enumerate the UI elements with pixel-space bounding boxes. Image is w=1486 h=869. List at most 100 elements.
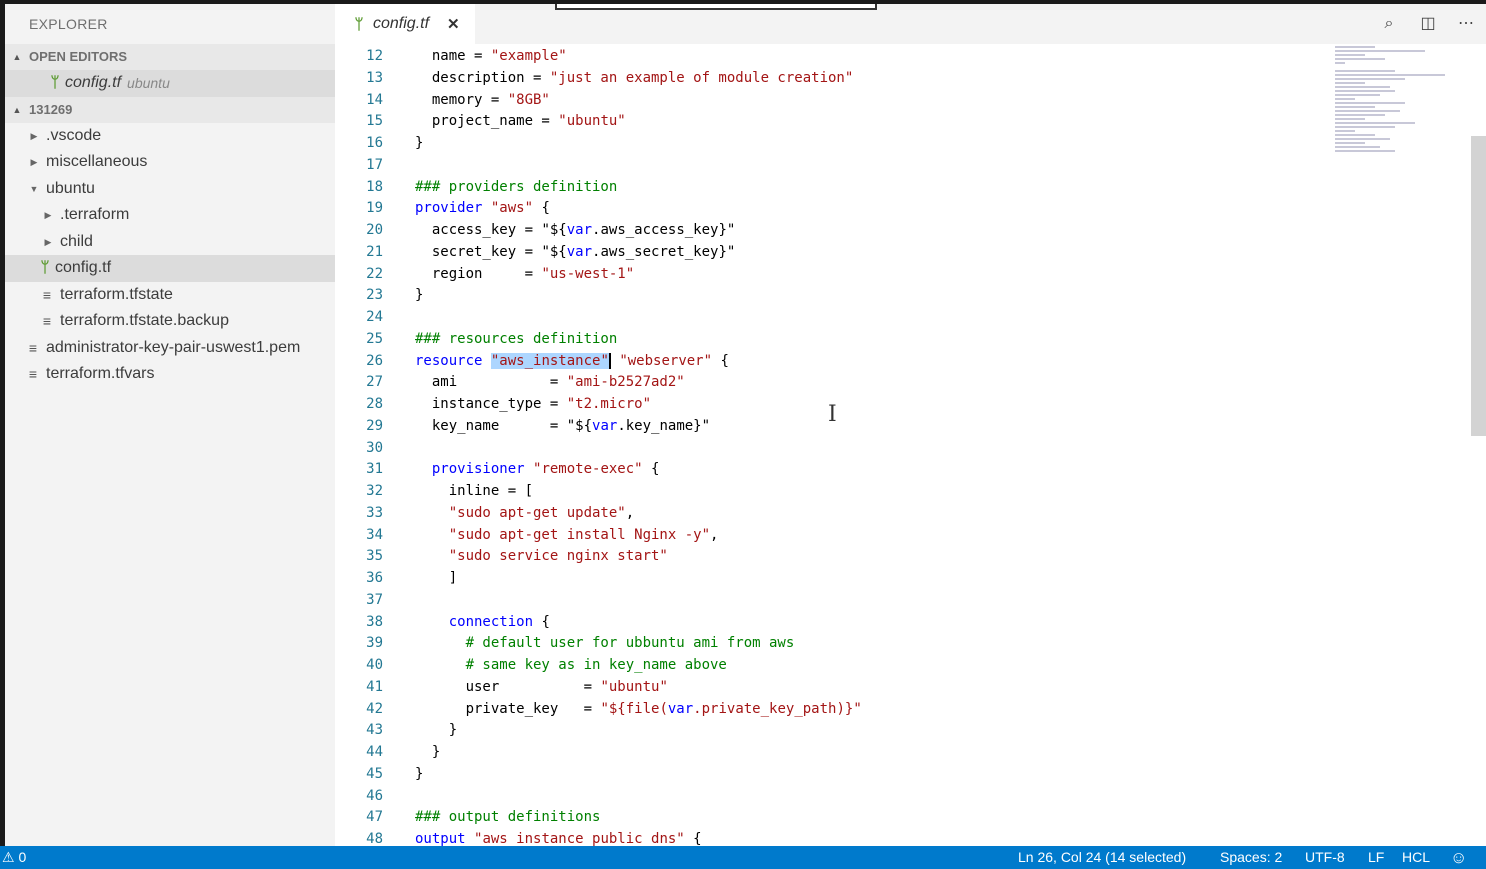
code-line: 17 (335, 155, 1335, 177)
cursor-position[interactable]: Ln 26, Col 24 (14 selected) (1018, 846, 1186, 869)
line-content: instance_type = "t2.micro" (415, 394, 651, 416)
code-token: .aws_access_key}" (592, 222, 736, 238)
tree-folder-terraform[interactable]: ▶ .terraform (5, 202, 335, 229)
tree-file-tfstate-backup[interactable]: ≡ terraform.tfstate.backup (5, 308, 335, 335)
problems-indicator[interactable]: ⚠ 0 (2, 846, 26, 869)
text-file-icon: ≡ (42, 313, 52, 329)
tree-folder-miscellaneous[interactable]: ▶ miscellaneous (5, 149, 335, 176)
code-string: "example" (490, 48, 567, 64)
line-number: 30 (366, 439, 383, 456)
line-number: 22 (366, 265, 383, 282)
line-number: 29 (366, 417, 383, 434)
code-string: "aws_instance_public_dns" (474, 831, 685, 846)
line-content: user = "ubuntu" (415, 677, 668, 699)
line-number: 27 (366, 374, 383, 391)
open-editors-header[interactable]: ▲ OPEN EDITORS (5, 44, 335, 70)
code-string: "sudo service nginx start" (448, 548, 668, 565)
code-string: "aws" (490, 200, 534, 217)
line-content: "sudo apt-get install Nginx -y", (415, 525, 719, 547)
tree-folder-child[interactable]: ▶ child (5, 229, 335, 256)
open-preview-icon[interactable]: ⌕ (1378, 14, 1400, 34)
editor-pane: ᛘ config.tf ✕ ⌕ ◫ ⋯ 12 name = "example" … (335, 4, 1486, 846)
workspace-header[interactable]: ▲ 131269 (5, 96, 335, 123)
line-number: 35 (366, 548, 383, 565)
feedback-smiley-icon[interactable]: ☺ (1450, 846, 1467, 869)
code-token: { (533, 613, 550, 630)
code-comment: # same key as in key_name above (415, 657, 727, 673)
code-var: var (566, 222, 593, 238)
tree-file-config-tf[interactable]: ᛘ config.tf (5, 255, 335, 282)
code-line: 48 output "aws_instance_public_dns" { (335, 829, 1335, 846)
tree-item-label: miscellaneous (46, 153, 148, 170)
line-number: 14 (366, 91, 383, 108)
vertical-scrollbar[interactable] (1471, 136, 1486, 436)
split-editor-icon[interactable]: ◫ (1417, 14, 1439, 34)
code-token: memory = (415, 91, 508, 108)
vscode-window: EXPLORER ▲ OPEN EDITORS ᛘ config.tf ubun… (5, 4, 1486, 846)
code-line: 39 # default user for ubbuntu ami from a… (335, 633, 1335, 655)
code-string: "t2.micro" (566, 396, 652, 412)
line-number: 45 (366, 765, 383, 782)
line-ending[interactable]: LF (1368, 846, 1384, 869)
tree-file-tfstate[interactable]: ≡ terraform.tfstate (5, 282, 335, 309)
indentation[interactable]: Spaces: 2 (1220, 846, 1282, 869)
code-string: "ubuntu" (600, 678, 668, 695)
text-file-icon: ≡ (28, 339, 38, 356)
code-keyword: provider (415, 200, 483, 217)
line-number: 48 (366, 831, 383, 846)
encoding[interactable]: UTF-8 (1305, 846, 1345, 869)
code-line: 14 memory = "8GB" (335, 90, 1335, 112)
code-var: var (667, 700, 694, 717)
code-line: 27 ami = "ami-b2527ad2" (335, 372, 1335, 394)
line-number: 19 (366, 200, 383, 217)
open-editor-item[interactable]: ᛘ config.tf ubuntu (5, 70, 335, 97)
line-content: memory = "8GB" (415, 90, 550, 112)
code-comment: ### providers definition (415, 178, 618, 195)
tree-item-label: terraform.tfstate.backup (60, 312, 229, 329)
code-area[interactable]: 12 name = "example" 13 description = "ju… (335, 46, 1335, 846)
chevron-right-icon: ▶ (44, 210, 52, 220)
minimap[interactable] (1335, 46, 1455, 216)
tree-item-label: .vscode (46, 126, 102, 144)
line-number: 31 (366, 461, 383, 478)
tab-config-tf[interactable]: ᛘ config.tf ✕ (335, 4, 475, 44)
code-var: var (566, 243, 593, 260)
line-number: 16 (366, 135, 383, 151)
code-line: 37 (335, 590, 1335, 612)
line-content: } (415, 287, 424, 304)
tree-item-label: terraform.tfstate (60, 285, 173, 303)
code-token: ami = (415, 374, 567, 391)
code-token: user = (415, 678, 601, 695)
open-editor-folder: ubuntu (127, 75, 170, 91)
code-line: 34 "sudo apt-get install Nginx -y", (335, 525, 1335, 547)
collapse-triangle-icon: ▲ (12, 52, 22, 62)
code-line: 45} (335, 764, 1335, 786)
tree-file-pem[interactable]: ≡ administrator-key-pair-uswest1.pem (5, 335, 335, 362)
mouse-ibeam-cursor-icon: I (828, 402, 837, 427)
code-string: "${file( (600, 700, 668, 717)
line-number: 32 (366, 483, 383, 499)
tree-item-label: terraform.tfvars (46, 365, 155, 382)
close-icon[interactable]: ✕ (447, 15, 460, 33)
code-keyword: resource (415, 352, 483, 369)
code-line: 32 inline = [ (335, 481, 1335, 503)
code-line: 44 } (335, 742, 1335, 764)
chevron-right-icon: ▶ (44, 236, 52, 247)
tree-folder-ubuntu[interactable]: ▼ ubuntu (5, 176, 335, 203)
code-token: private_key = (415, 700, 601, 717)
code-line: 24 (335, 307, 1335, 329)
line-content: private_key = "${file(var.private_key_pa… (415, 699, 862, 721)
tree-item-label: .terraform (60, 206, 130, 223)
code-line: 33 "sudo apt-get update", (335, 503, 1335, 525)
language-mode[interactable]: HCL (1402, 846, 1430, 869)
line-content: provisioner "remote-exec" { (415, 459, 660, 481)
find-widget[interactable] (555, 4, 877, 10)
tree-folder-vscode[interactable]: ▶ .vscode (5, 123, 335, 150)
line-content: description = "just an example of module… (415, 68, 853, 90)
line-number: 12 (366, 48, 383, 64)
tree-file-tfvars[interactable]: ≡ terraform.tfvars (5, 361, 335, 388)
line-content: resource "aws_instance" "webserver" { (415, 351, 729, 373)
more-actions-icon[interactable]: ⋯ (1455, 14, 1477, 34)
